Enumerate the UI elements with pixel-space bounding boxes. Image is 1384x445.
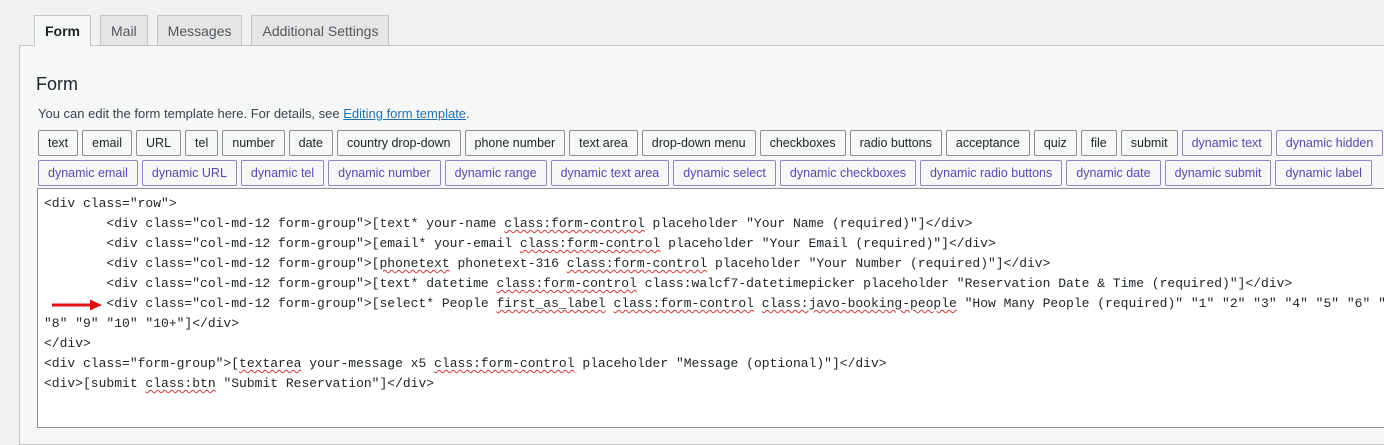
red-arrow-annotation-icon <box>52 299 102 311</box>
tag-button-dynamic-hidden[interactable]: dynamic hidden <box>1275 130 1384 156</box>
editing-form-template-link[interactable]: Editing form template <box>343 106 466 121</box>
spellcheck-word: phonetext <box>379 256 450 271</box>
code-text: <div class="form-group">[ <box>44 356 240 371</box>
code-text: your-message x5 <box>301 356 435 371</box>
tag-button-dynamic-submit[interactable]: dynamic submit <box>1164 160 1272 186</box>
code-line-1: <div class="row"> <box>44 196 177 211</box>
spellcheck-word: class:form-control <box>434 356 575 371</box>
spellcheck-word: first_as_label <box>496 296 606 311</box>
tag-button-number[interactable]: number <box>222 130 285 156</box>
tag-button-file[interactable]: file <box>1080 130 1117 156</box>
code-text: <div class="col-md-12 form-group">[ <box>44 256 380 271</box>
code-text: <div>[submit <box>44 376 146 391</box>
tag-button-date[interactable]: date <box>288 130 333 156</box>
tab-additional-settings[interactable]: Additional Settings <box>251 15 390 45</box>
tag-button-url[interactable]: URL <box>136 130 182 156</box>
tag-button-dynamic-number[interactable]: dynamic number <box>328 160 441 186</box>
code-line-6: <div class="col-md-12 form-group">[selec… <box>44 296 1384 311</box>
tag-button-text-area[interactable]: text area <box>569 130 638 156</box>
tag-button-dynamic-text[interactable]: dynamic text <box>1181 130 1272 156</box>
code-text: <div class="col-md-12 form-group">[selec… <box>44 296 497 311</box>
tag-button-tel[interactable]: tel <box>185 130 219 156</box>
code-line-4: <div class="col-md-12 form-group">[phone… <box>44 256 1050 271</box>
panel-description: You can edit the form template here. For… <box>38 106 470 121</box>
tag-button-email[interactable]: email <box>82 130 133 156</box>
code-line-9: <div class="form-group">[textarea your-m… <box>44 356 887 371</box>
code-text: <div class="col-md-12 form-group">[text*… <box>44 276 497 291</box>
code-text: placeholder "Your Email (required)"]</di… <box>660 236 996 251</box>
tag-button-dynamic-checkboxes[interactable]: dynamic checkboxes <box>779 160 916 186</box>
code-line-3: <div class="col-md-12 form-group">[email… <box>44 236 996 251</box>
tag-button-dynamic-label[interactable]: dynamic label <box>1275 160 1372 186</box>
tab-form[interactable]: Form <box>34 15 91 46</box>
code-text: <div class="col-md-12 form-group">[text*… <box>44 216 505 231</box>
code-text: "How Many People (required)" "1" "2" "3"… <box>956 296 1384 311</box>
tag-button-phone-number[interactable]: phone number <box>464 130 566 156</box>
tag-button-text[interactable]: text <box>38 130 79 156</box>
tag-generator-row-2: dynamic email dynamic URL dynamic tel dy… <box>38 160 1372 186</box>
code-text: placeholder "Message (optional)"]</div> <box>574 356 887 371</box>
code-line-2: <div class="col-md-12 form-group">[text*… <box>44 216 972 231</box>
spellcheck-word: class:form-control <box>566 256 708 271</box>
tag-button-quiz[interactable]: quiz <box>1033 130 1077 156</box>
tag-button-submit[interactable]: submit <box>1120 130 1178 156</box>
code-text: placeholder "Your Name (required)"]</div… <box>644 216 973 231</box>
spellcheck-word: textarea <box>239 356 302 371</box>
spellcheck-word: class:form-control <box>519 236 661 251</box>
tag-button-drop-down-menu[interactable]: drop-down menu <box>641 130 756 156</box>
code-text: <div class="col-md-12 form-group">[email… <box>44 236 520 251</box>
tag-button-dynamic-select[interactable]: dynamic select <box>673 160 776 186</box>
tag-button-checkboxes[interactable]: checkboxes <box>759 130 846 156</box>
code-text: class:walcf7-datetimepicker placeholder … <box>636 276 1293 291</box>
code-line-5: <div class="col-md-12 form-group">[text*… <box>44 276 1292 291</box>
tag-button-dynamic-url[interactable]: dynamic URL <box>141 160 237 186</box>
code-text: "Submit Reservation"]</div> <box>215 376 435 391</box>
form-template-editor[interactable]: <div class="row"> <div class="col-md-12 … <box>37 188 1384 428</box>
tag-button-dynamic-date[interactable]: dynamic date <box>1066 160 1161 186</box>
spellcheck-word: class:javo-booking-people <box>761 296 957 311</box>
tag-button-dynamic-radio-buttons[interactable]: dynamic radio buttons <box>919 160 1063 186</box>
tag-button-acceptance[interactable]: acceptance <box>945 130 1030 156</box>
code-line-8: </div> <box>44 336 91 351</box>
code-text: phonetext-316 <box>449 256 567 271</box>
description-text: You can edit the form template here. For… <box>38 106 344 121</box>
spellcheck-word: class:btn <box>145 376 216 391</box>
tag-generator-row-1: text email URL tel number date country d… <box>38 130 1384 156</box>
tab-mail[interactable]: Mail <box>100 15 148 45</box>
code-text: placeholder "Your Number (required)"]</d… <box>707 256 1051 271</box>
code-line-7: "8" "9" "10" "10+"]</div> <box>44 316 240 331</box>
tag-button-dynamic-tel[interactable]: dynamic tel <box>240 160 325 186</box>
spellcheck-word: class:form-control <box>613 296 754 311</box>
tab-bar: Form Mail Messages Additional Settings <box>34 15 390 46</box>
tag-button-country-drop-down[interactable]: country drop-down <box>336 130 461 156</box>
panel-title: Form <box>36 74 78 94</box>
tag-button-dynamic-text-area[interactable]: dynamic text area <box>550 160 670 186</box>
tag-button-radio-buttons[interactable]: radio buttons <box>849 130 942 156</box>
tab-messages[interactable]: Messages <box>156 15 243 45</box>
spellcheck-word: class:form-control <box>496 276 637 291</box>
form-template-code: <div class="row"> <div class="col-md-12 … <box>44 194 1384 394</box>
tag-button-dynamic-email[interactable]: dynamic email <box>38 160 138 186</box>
code-line-10: <div>[submit class:btn "Submit Reservati… <box>44 376 434 391</box>
description-suffix: . <box>466 106 470 121</box>
tag-button-dynamic-range[interactable]: dynamic range <box>444 160 547 186</box>
spellcheck-word: class:form-control <box>504 216 645 231</box>
